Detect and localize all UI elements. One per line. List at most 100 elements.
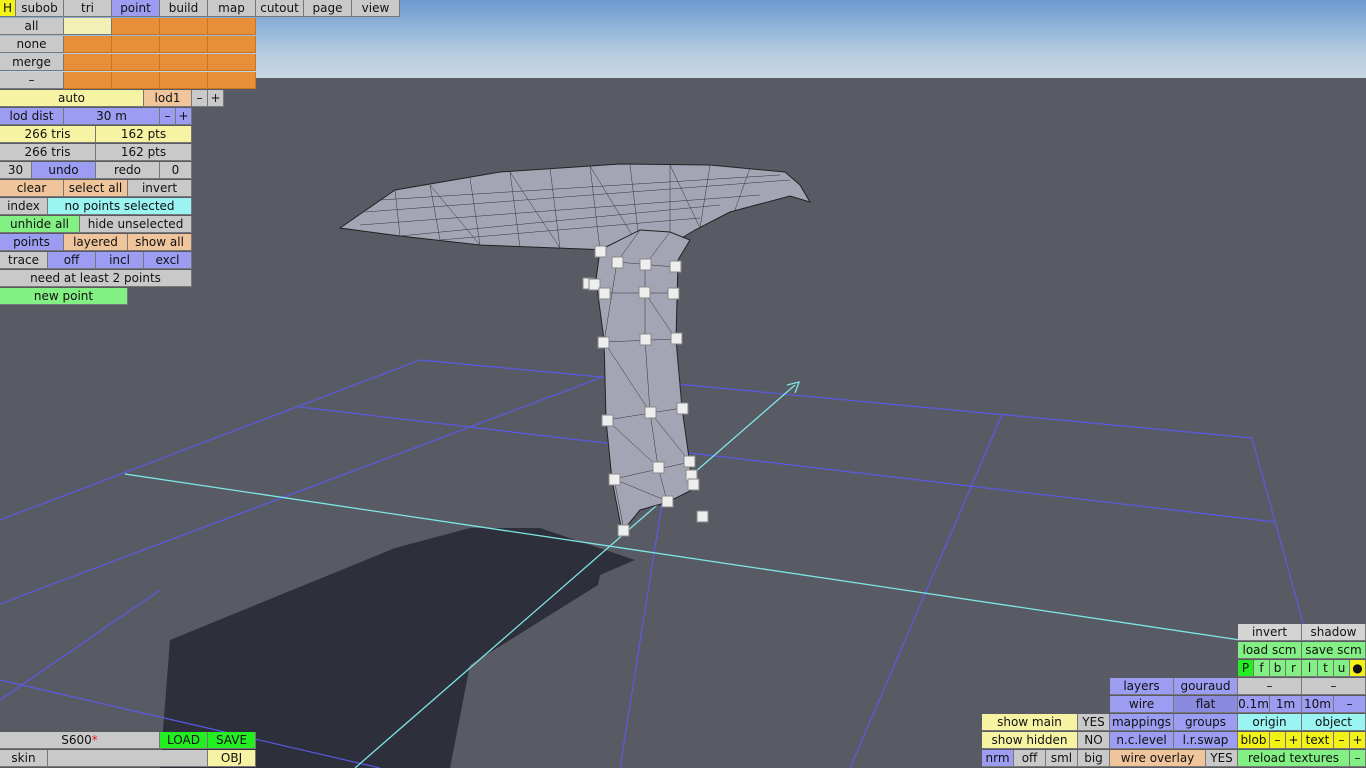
size-off-button[interactable]: off bbox=[1014, 750, 1046, 767]
lod-plus-button[interactable]: + bbox=[208, 90, 224, 107]
view-left-button[interactable]: l bbox=[1302, 660, 1318, 677]
tab-view[interactable]: view bbox=[352, 0, 400, 17]
size-big-button[interactable]: big bbox=[1078, 750, 1110, 767]
trace-excl-button[interactable]: excl bbox=[144, 252, 192, 269]
select-all-row[interactable]: all bbox=[0, 18, 64, 35]
wire-overlay-value[interactable]: YES bbox=[1206, 750, 1238, 767]
invert-selection-button[interactable]: invert bbox=[128, 180, 192, 197]
unhide-all-button[interactable]: unhide all bbox=[0, 216, 80, 233]
lod-dist-value[interactable]: 30 m bbox=[64, 108, 160, 125]
size-nrm-button[interactable]: nrm bbox=[982, 750, 1014, 767]
invert-button[interactable]: invert bbox=[1238, 624, 1302, 641]
lr-swap-button[interactable]: l.r.swap bbox=[1174, 732, 1238, 749]
wire-button[interactable]: wire bbox=[1110, 696, 1174, 713]
object-button[interactable]: object bbox=[1302, 714, 1366, 731]
lod-dist-label[interactable]: lod dist bbox=[0, 108, 64, 125]
merge-row[interactable]: merge bbox=[0, 54, 64, 71]
wire-overlay-button[interactable]: wire overlay bbox=[1110, 750, 1206, 767]
viewport-3d[interactable] bbox=[0, 0, 1366, 768]
trace-button[interactable]: trace bbox=[0, 252, 48, 269]
show-main-value[interactable]: YES bbox=[1078, 714, 1110, 731]
size-sml-button[interactable]: sml bbox=[1046, 750, 1078, 767]
selection-cell[interactable] bbox=[160, 72, 208, 89]
dash-button[interactable]: – bbox=[1238, 678, 1302, 695]
new-point-button[interactable]: new point bbox=[0, 288, 128, 305]
blob-button[interactable]: blob bbox=[1238, 732, 1270, 749]
skin-field[interactable] bbox=[48, 750, 208, 767]
flat-button[interactable]: flat bbox=[1174, 696, 1238, 713]
view-top-button[interactable]: t bbox=[1318, 660, 1334, 677]
shadow-button[interactable]: shadow bbox=[1302, 624, 1366, 641]
selection-cell[interactable] bbox=[112, 54, 160, 71]
blob-plus-button[interactable]: + bbox=[1286, 732, 1302, 749]
undo-button[interactable]: undo bbox=[32, 162, 96, 179]
view-front-button[interactable]: f bbox=[1254, 660, 1270, 677]
selection-cell[interactable] bbox=[64, 36, 112, 53]
view-back-button[interactable]: b bbox=[1270, 660, 1286, 677]
show-main-button[interactable]: show main bbox=[982, 714, 1078, 731]
reload-minus-button[interactable]: – bbox=[1350, 750, 1366, 767]
load-scm-button[interactable]: load scm bbox=[1238, 642, 1302, 659]
tab-build[interactable]: build bbox=[160, 0, 208, 17]
obj-button[interactable]: OBJ bbox=[208, 750, 256, 767]
view-perspective-button[interactable]: P bbox=[1238, 660, 1254, 677]
text-button[interactable]: text bbox=[1302, 732, 1334, 749]
view-right-button[interactable]: r bbox=[1286, 660, 1302, 677]
groups-button[interactable]: groups bbox=[1174, 714, 1238, 731]
blob-minus-button[interactable]: – bbox=[1270, 732, 1286, 749]
save-button[interactable]: SAVE bbox=[208, 732, 256, 749]
tab-point[interactable]: point bbox=[112, 0, 160, 17]
save-scm-button[interactable]: save scm bbox=[1302, 642, 1366, 659]
step-1m-button[interactable]: 1m bbox=[1270, 696, 1302, 713]
trace-off-button[interactable]: off bbox=[48, 252, 96, 269]
mappings-button[interactable]: mappings bbox=[1110, 714, 1174, 731]
step-0-1m-button[interactable]: 0.1m bbox=[1238, 696, 1270, 713]
lod-dist-minus[interactable]: – bbox=[160, 108, 176, 125]
select-all-button[interactable]: select all bbox=[64, 180, 128, 197]
load-button[interactable]: LOAD bbox=[160, 732, 208, 749]
reload-textures-button[interactable]: reload textures bbox=[1238, 750, 1350, 767]
gouraud-button[interactable]: gouraud bbox=[1174, 678, 1238, 695]
redo-button[interactable]: redo bbox=[96, 162, 160, 179]
show-hidden-value[interactable]: NO bbox=[1078, 732, 1110, 749]
selection-cell[interactable] bbox=[208, 54, 256, 71]
selection-cell[interactable] bbox=[112, 18, 160, 35]
lod-level[interactable]: lod1 bbox=[144, 90, 192, 107]
dash-row[interactable]: – bbox=[0, 72, 64, 89]
lod-dist-plus[interactable]: + bbox=[176, 108, 192, 125]
selection-cell[interactable] bbox=[208, 72, 256, 89]
tab-cutout[interactable]: cutout bbox=[256, 0, 304, 17]
clear-button[interactable]: clear bbox=[0, 180, 64, 197]
selection-cell[interactable] bbox=[160, 54, 208, 71]
selection-cell[interactable] bbox=[64, 18, 112, 35]
view-dot-button[interactable]: ● bbox=[1350, 660, 1366, 677]
show-all-button[interactable]: show all bbox=[128, 234, 192, 251]
selection-cell[interactable] bbox=[112, 72, 160, 89]
file-name[interactable]: S600* bbox=[0, 732, 160, 749]
hide-unselected-button[interactable]: hide unselected bbox=[80, 216, 192, 233]
selection-cell[interactable] bbox=[64, 72, 112, 89]
text-minus-button[interactable]: – bbox=[1334, 732, 1350, 749]
nc-level-button[interactable]: n.c.level bbox=[1110, 732, 1174, 749]
origin-button[interactable]: origin bbox=[1238, 714, 1302, 731]
text-plus-button[interactable]: + bbox=[1350, 732, 1366, 749]
tab-subob[interactable]: subob bbox=[16, 0, 64, 17]
trace-incl-button[interactable]: incl bbox=[96, 252, 144, 269]
selection-cell[interactable] bbox=[208, 36, 256, 53]
selection-cell[interactable] bbox=[112, 36, 160, 53]
tab-map[interactable]: map bbox=[208, 0, 256, 17]
layered-button[interactable]: layered bbox=[64, 234, 128, 251]
selection-cell[interactable] bbox=[208, 18, 256, 35]
index-button[interactable]: index bbox=[0, 198, 48, 215]
dash-button[interactable]: – bbox=[1302, 678, 1366, 695]
selection-cell[interactable] bbox=[64, 54, 112, 71]
lod-minus-button[interactable]: – bbox=[192, 90, 208, 107]
selection-cell[interactable] bbox=[160, 18, 208, 35]
tab-tri[interactable]: tri bbox=[64, 0, 112, 17]
show-hidden-button[interactable]: show hidden bbox=[982, 732, 1078, 749]
layers-button[interactable]: layers bbox=[1110, 678, 1174, 695]
points-button[interactable]: points bbox=[0, 234, 64, 251]
help-button[interactable]: H bbox=[0, 0, 16, 17]
lod-auto-button[interactable]: auto bbox=[0, 90, 144, 107]
selection-cell[interactable] bbox=[160, 36, 208, 53]
